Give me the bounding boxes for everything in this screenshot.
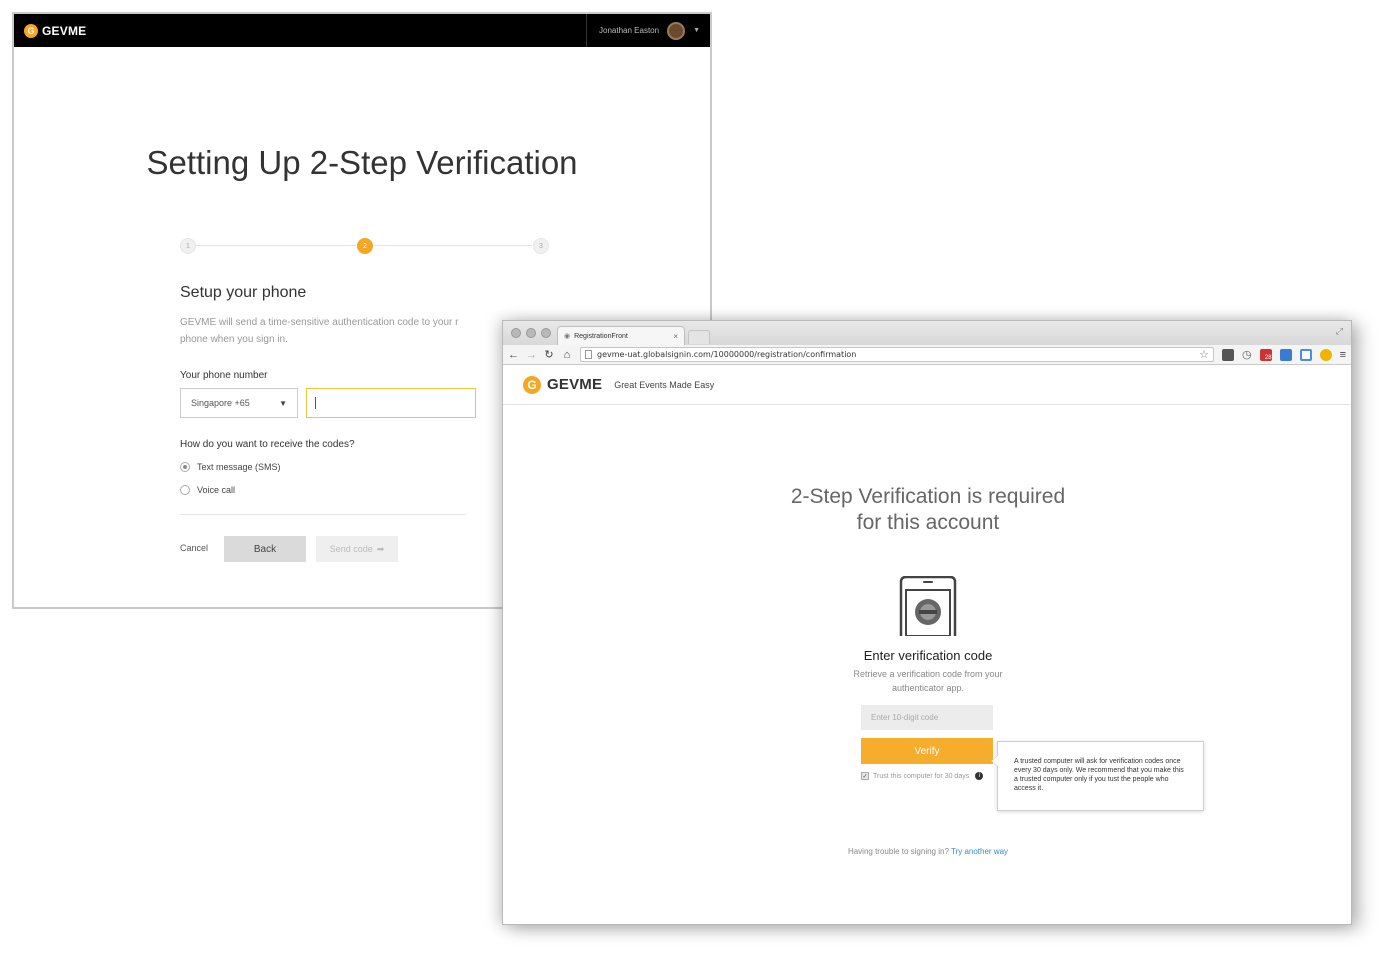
try-another-way-link[interactable]: Try another way <box>951 847 1008 856</box>
brand-name: GEVME <box>42 23 87 38</box>
bookmark-star-icon[interactable]: ☆ <box>1199 348 1209 361</box>
browser-window: ◉ RegistrationFront × ⤢ ← → ↻ ⌂ gevme-ua… <box>502 320 1352 925</box>
reload-icon[interactable]: ↻ <box>544 348 554 361</box>
step-1: 1 <box>180 238 196 254</box>
clock-icon[interactable]: ◷ <box>1242 348 1252 361</box>
browser-tab[interactable]: ◉ RegistrationFront × <box>557 326 685 345</box>
url-text: gevme-uat.globalsignin.com/10000000/regi… <box>597 350 857 359</box>
zoom-window-button[interactable] <box>541 328 551 338</box>
title-line-1: 2-Step Verification is required <box>790 485 1066 508</box>
text-cursor <box>315 397 316 409</box>
extension-icon[interactable] <box>1279 348 1292 361</box>
verify-button[interactable]: Verify <box>861 738 993 764</box>
cancel-link[interactable]: Cancel <box>180 543 208 553</box>
gmail-icon[interactable]: 28 <box>1259 348 1272 361</box>
radio-voice[interactable]: Voice call <box>180 485 235 495</box>
brand-name[interactable]: GEVME <box>547 376 602 393</box>
divider <box>180 514 466 515</box>
minimize-window-button[interactable] <box>526 328 536 338</box>
favicon-icon: ◉ <box>564 333 571 340</box>
progress-stepper: 1 2 3 <box>180 236 550 256</box>
site-header: G GEVME Great Events Made Easy <box>503 365 1351 405</box>
browser-toolbar: ← → ↻ ⌂ gevme-uat.globalsignin.com/10000… <box>503 345 1351 365</box>
back-arrow-icon[interactable]: ← <box>508 349 519 361</box>
back-button[interactable]: Back <box>224 536 306 562</box>
title-line-2: for this account <box>856 511 1000 534</box>
tab-title: RegistrationFront <box>574 332 628 340</box>
user-name: Jonathan Easton <box>599 26 660 35</box>
trust-label: Trust this computer for 30 days <box>873 772 970 780</box>
enter-code-description: Retrieve a verification code from your a… <box>853 669 1003 693</box>
page-title: Setting Up 2-Step Verification <box>146 144 578 181</box>
extension-icon[interactable] <box>1221 348 1234 361</box>
close-window-button[interactable] <box>511 328 521 338</box>
chevron-down-icon: ▼ <box>693 27 700 34</box>
top-bar: G GEVME Jonathan Easton ▼ <box>14 14 710 47</box>
dropdown-arrow-icon: ▼ <box>279 398 287 408</box>
page-icon <box>585 350 592 359</box>
tagline: Great Events Made Easy <box>614 379 715 390</box>
step-2: 2 <box>357 238 373 254</box>
radio-sms[interactable]: Text message (SMS) <box>180 462 281 472</box>
home-icon[interactable]: ⌂ <box>562 349 572 361</box>
section-title: Setup your phone <box>180 284 307 301</box>
menu-icon[interactable]: ≡ <box>1340 349 1346 361</box>
country-code-select[interactable]: Singapore +65 ▼ <box>180 388 298 418</box>
send-code-label: Send code <box>329 544 373 554</box>
gevme-logo[interactable]: G GEVME <box>24 23 87 38</box>
gmail-badge: 28 <box>1264 354 1272 361</box>
enter-code-title: Enter verification code <box>863 648 993 663</box>
trouble-text: Having trouble to signing in? <box>847 847 949 856</box>
phone-number-label: Your phone number <box>180 370 268 381</box>
address-bar[interactable]: gevme-uat.globalsignin.com/10000000/regi… <box>580 347 1214 362</box>
gevme-logo-icon[interactable]: G <box>523 375 541 394</box>
send-code-button[interactable]: Send code ➡ <box>316 536 398 562</box>
step-3: 3 <box>533 238 549 254</box>
verification-code-input[interactable]: Enter 10-digit code <box>861 705 993 730</box>
trouble-signing-in: Having trouble to signing in? Try anothe… <box>503 847 1351 856</box>
receive-method-label: How do you want to receive the codes? <box>180 439 355 450</box>
screenshot-icon[interactable] <box>1299 348 1312 361</box>
arrow-right-icon: ➡ <box>376 543 385 554</box>
new-tab-button[interactable] <box>688 330 710 344</box>
radio-button-checked[interactable] <box>180 462 190 472</box>
country-code-value: Singapore +65 <box>191 398 250 408</box>
section-description: GEVME will send a time-sensitive authent… <box>180 317 459 345</box>
fullscreen-icon[interactable]: ⤢ <box>1336 326 1343 337</box>
step-connector <box>196 245 356 246</box>
trust-computer-option[interactable]: ✓ Trust this computer for 30 days i <box>861 772 984 780</box>
trust-tooltip: A trusted computer will ask for verifica… <box>991 741 1204 811</box>
avatar <box>667 21 686 40</box>
step-connector <box>374 245 532 246</box>
chat-icon[interactable] <box>1319 348 1332 361</box>
radio-button[interactable] <box>180 485 190 495</box>
verification-title: 2-Step Verification is required for this… <box>503 484 1351 536</box>
info-icon[interactable]: i <box>975 772 984 780</box>
tab-strip: ◉ RegistrationFront × ⤢ <box>503 321 1351 345</box>
authenticator-phone-icon <box>899 576 957 636</box>
close-tab-icon[interactable]: × <box>673 332 678 341</box>
trust-checkbox[interactable]: ✓ <box>861 772 869 780</box>
user-menu[interactable]: Jonathan Easton ▼ <box>586 14 700 47</box>
gevme-logo-icon: G <box>24 23 38 38</box>
forward-arrow-icon[interactable]: → <box>526 349 537 361</box>
radio-label-voice: Voice call <box>197 485 236 495</box>
phone-number-input[interactable] <box>306 388 476 418</box>
radio-label-sms: Text message (SMS) <box>197 462 281 472</box>
window-controls <box>511 328 551 338</box>
